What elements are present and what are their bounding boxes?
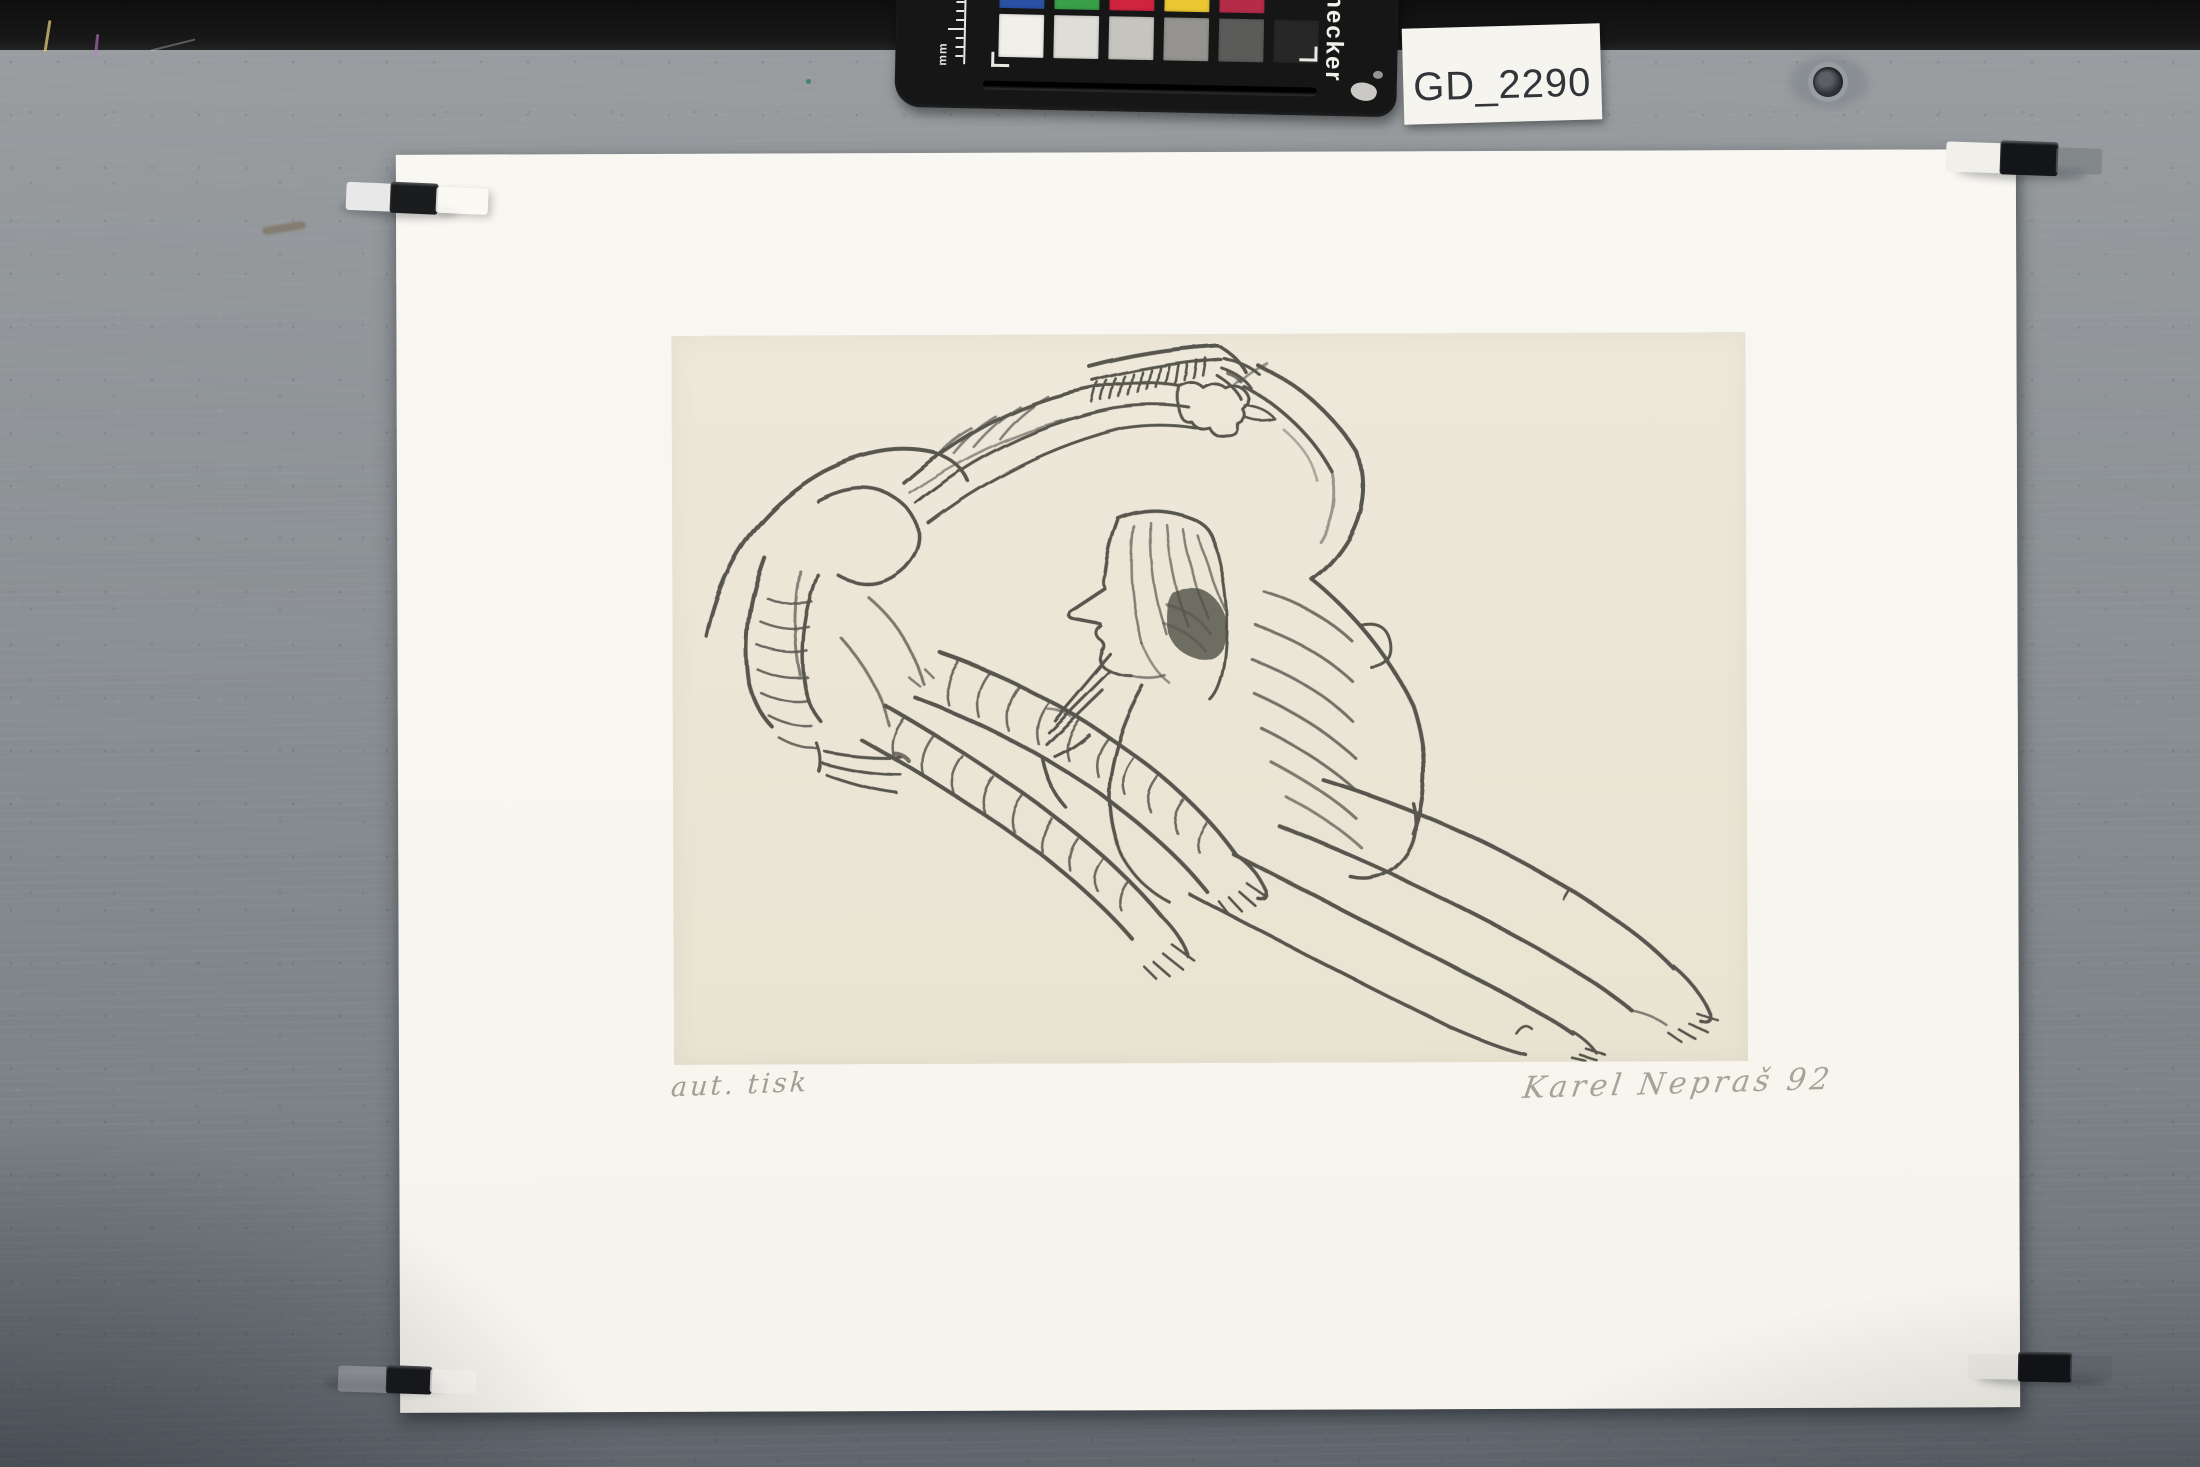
artist-signature: Karel Nepraš 92 <box>1520 1061 1836 1107</box>
paper-clip-top-right <box>1945 137 2103 183</box>
color-patch <box>1219 0 1266 14</box>
clip-wing <box>1945 141 2005 174</box>
color-patch <box>1054 0 1101 10</box>
photo-stage: aut. tisk Karel Nepraš 92 mm checker GD_… <box>0 0 2200 1467</box>
paint-scuff <box>1372 70 1384 79</box>
clip-core <box>389 181 439 215</box>
paper-clip-top-left <box>339 178 497 225</box>
clip-core <box>1999 140 2059 177</box>
color-patch <box>1109 0 1156 12</box>
paper-clip-bottom-right <box>1967 1347 2119 1390</box>
checker-label: checker <box>1319 0 1350 83</box>
corner-bracket <box>991 51 1010 68</box>
ruler-mm-label: mm <box>935 42 950 66</box>
inventory-label-text: GD_2290 <box>1412 60 1592 110</box>
color-patch <box>999 0 1046 9</box>
clip-core <box>385 1365 433 1395</box>
paper-clip-bottom-left <box>323 1359 488 1404</box>
colorchecker-card: mm checker <box>894 0 1400 118</box>
drill-hole <box>1813 67 1843 97</box>
rust-smudge <box>261 220 307 236</box>
checker-ruler <box>947 0 968 64</box>
clip-wing <box>345 181 395 212</box>
clip-wing <box>1967 1353 2023 1380</box>
color-patch <box>1163 17 1210 62</box>
inventory-label-sticker: GD_2290 <box>1401 23 1603 125</box>
color-patch <box>1218 18 1265 63</box>
paint-speck <box>806 79 811 84</box>
paint-scuff <box>1348 78 1379 105</box>
clip-wing <box>435 186 489 215</box>
color-patch <box>1108 16 1155 61</box>
figure-drawing <box>704 343 1720 1062</box>
clip-wing <box>2069 1355 2113 1382</box>
card-slot <box>982 80 1317 96</box>
color-patch <box>1164 0 1211 13</box>
artwork-print <box>671 332 1748 1065</box>
corner-bracket <box>1299 46 1318 62</box>
clip-core <box>2017 1351 2073 1383</box>
color-patch <box>1053 15 1100 59</box>
pencil-inscription: aut. tisk <box>670 1066 811 1104</box>
paper-sheet: aut. tisk Karel Nepraš 92 <box>395 149 2021 1413</box>
clip-wing <box>429 1368 477 1395</box>
clip-wing <box>337 1365 393 1394</box>
clip-wing <box>2055 147 2103 175</box>
